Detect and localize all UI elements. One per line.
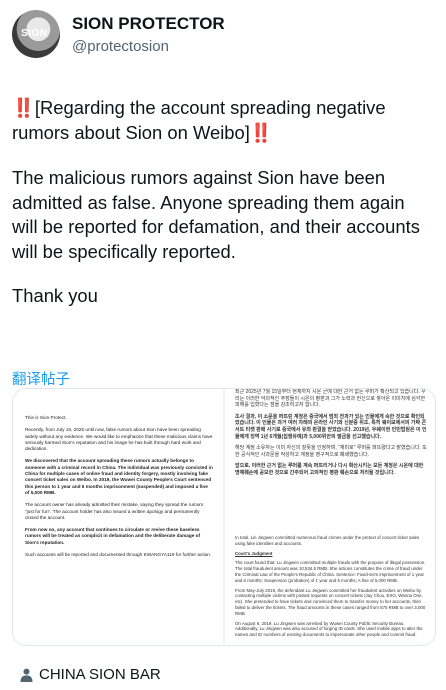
attached-image-english-statement[interactable]: This is Sion Protect. Recently, from Jul… [13, 389, 223, 645]
profile-avatar[interactable]: SION [12, 10, 60, 58]
korean-para-2: 조사 결과, 이 소문을 퍼뜨린 계정은 중국에서 범죄 전과가 있는 인물에게… [235, 413, 427, 440]
statement-document: This is Sion Protect. Recently, from Jul… [25, 415, 213, 564]
korean-para-3: 해당 계정 소유자는 이미 자신의 잘못을 인정하며, "재미로" 루머를 퍼뜨… [235, 445, 427, 458]
post-title-line: ‼️[Regarding the account spreading negat… [12, 96, 434, 145]
statement-para-4: From now on, any account that continues … [25, 527, 201, 545]
post-title: [Regarding the account spreading negativ… [12, 97, 386, 143]
court-heading: Court's Judgment [235, 550, 273, 556]
double-exclamation-icon: ‼️ [249, 121, 273, 143]
statement-para-5: Such accounts will be reported and docum… [25, 552, 212, 558]
court-text-1: The court found that: Lu Jingwen committ… [235, 560, 426, 583]
post-body: The malicious rumors against Sion have b… [12, 167, 420, 262]
double-exclamation-icon: ‼️ [12, 97, 35, 118]
court-record: In total, Lin Jingwen committed numerous… [235, 535, 427, 642]
translate-post-link[interactable]: 翻译帖子 [12, 368, 70, 389]
korean-para-4: 앞으로, 이러한 근거 없는 루머를 계속 퍼뜨리거나 다시 확산시키는 모든 … [235, 463, 424, 476]
statement-para-1: Recently, from July 15, 2025 until now, … [25, 427, 213, 452]
post-thanks: Thank you [12, 285, 98, 306]
social-context[interactable]: CHINA SION BAR [20, 666, 161, 683]
court-intro: In total, Lin Jingwen committed numerous… [235, 535, 420, 546]
court-text-2: From May-July 2019, the defendant Lu Jin… [235, 587, 426, 616]
attached-images: This is Sion Protect. Recently, from Jul… [12, 388, 436, 646]
statement-para-3: The account owner has already admitted t… [25, 502, 204, 520]
post-header: SION SION PROTECTOR @protectosion [12, 10, 434, 60]
footer-label: CHINA SION BAR [39, 666, 161, 683]
statement-greeting: This is Sion Protect. [25, 415, 67, 420]
statement-para-2: We discovered that the account spreading… [25, 458, 213, 495]
avatar-mark: SION [21, 28, 48, 39]
post-text: ‼️[Regarding the account spreading negat… [12, 96, 434, 309]
court-text-3: On August 6, 2019, Lu Jingwen was arrest… [235, 620, 423, 638]
korean-statement: 최근 2025년 7월 15일부터 현재까지 시온 군에 대한 근거 없는 루머… [235, 389, 427, 482]
attached-image-korean-court[interactable]: 최근 2025년 7월 15일부터 현재까지 시온 군에 대한 근거 없는 루머… [225, 389, 435, 645]
person-icon [20, 668, 33, 682]
display-name[interactable]: SION PROTECTOR [72, 14, 225, 34]
korean-para-1: 최근 2025년 7월 15일부터 현재까지 시온 군에 대한 근거 없는 루머… [235, 389, 426, 409]
account-handle[interactable]: @protectosion [72, 38, 169, 55]
